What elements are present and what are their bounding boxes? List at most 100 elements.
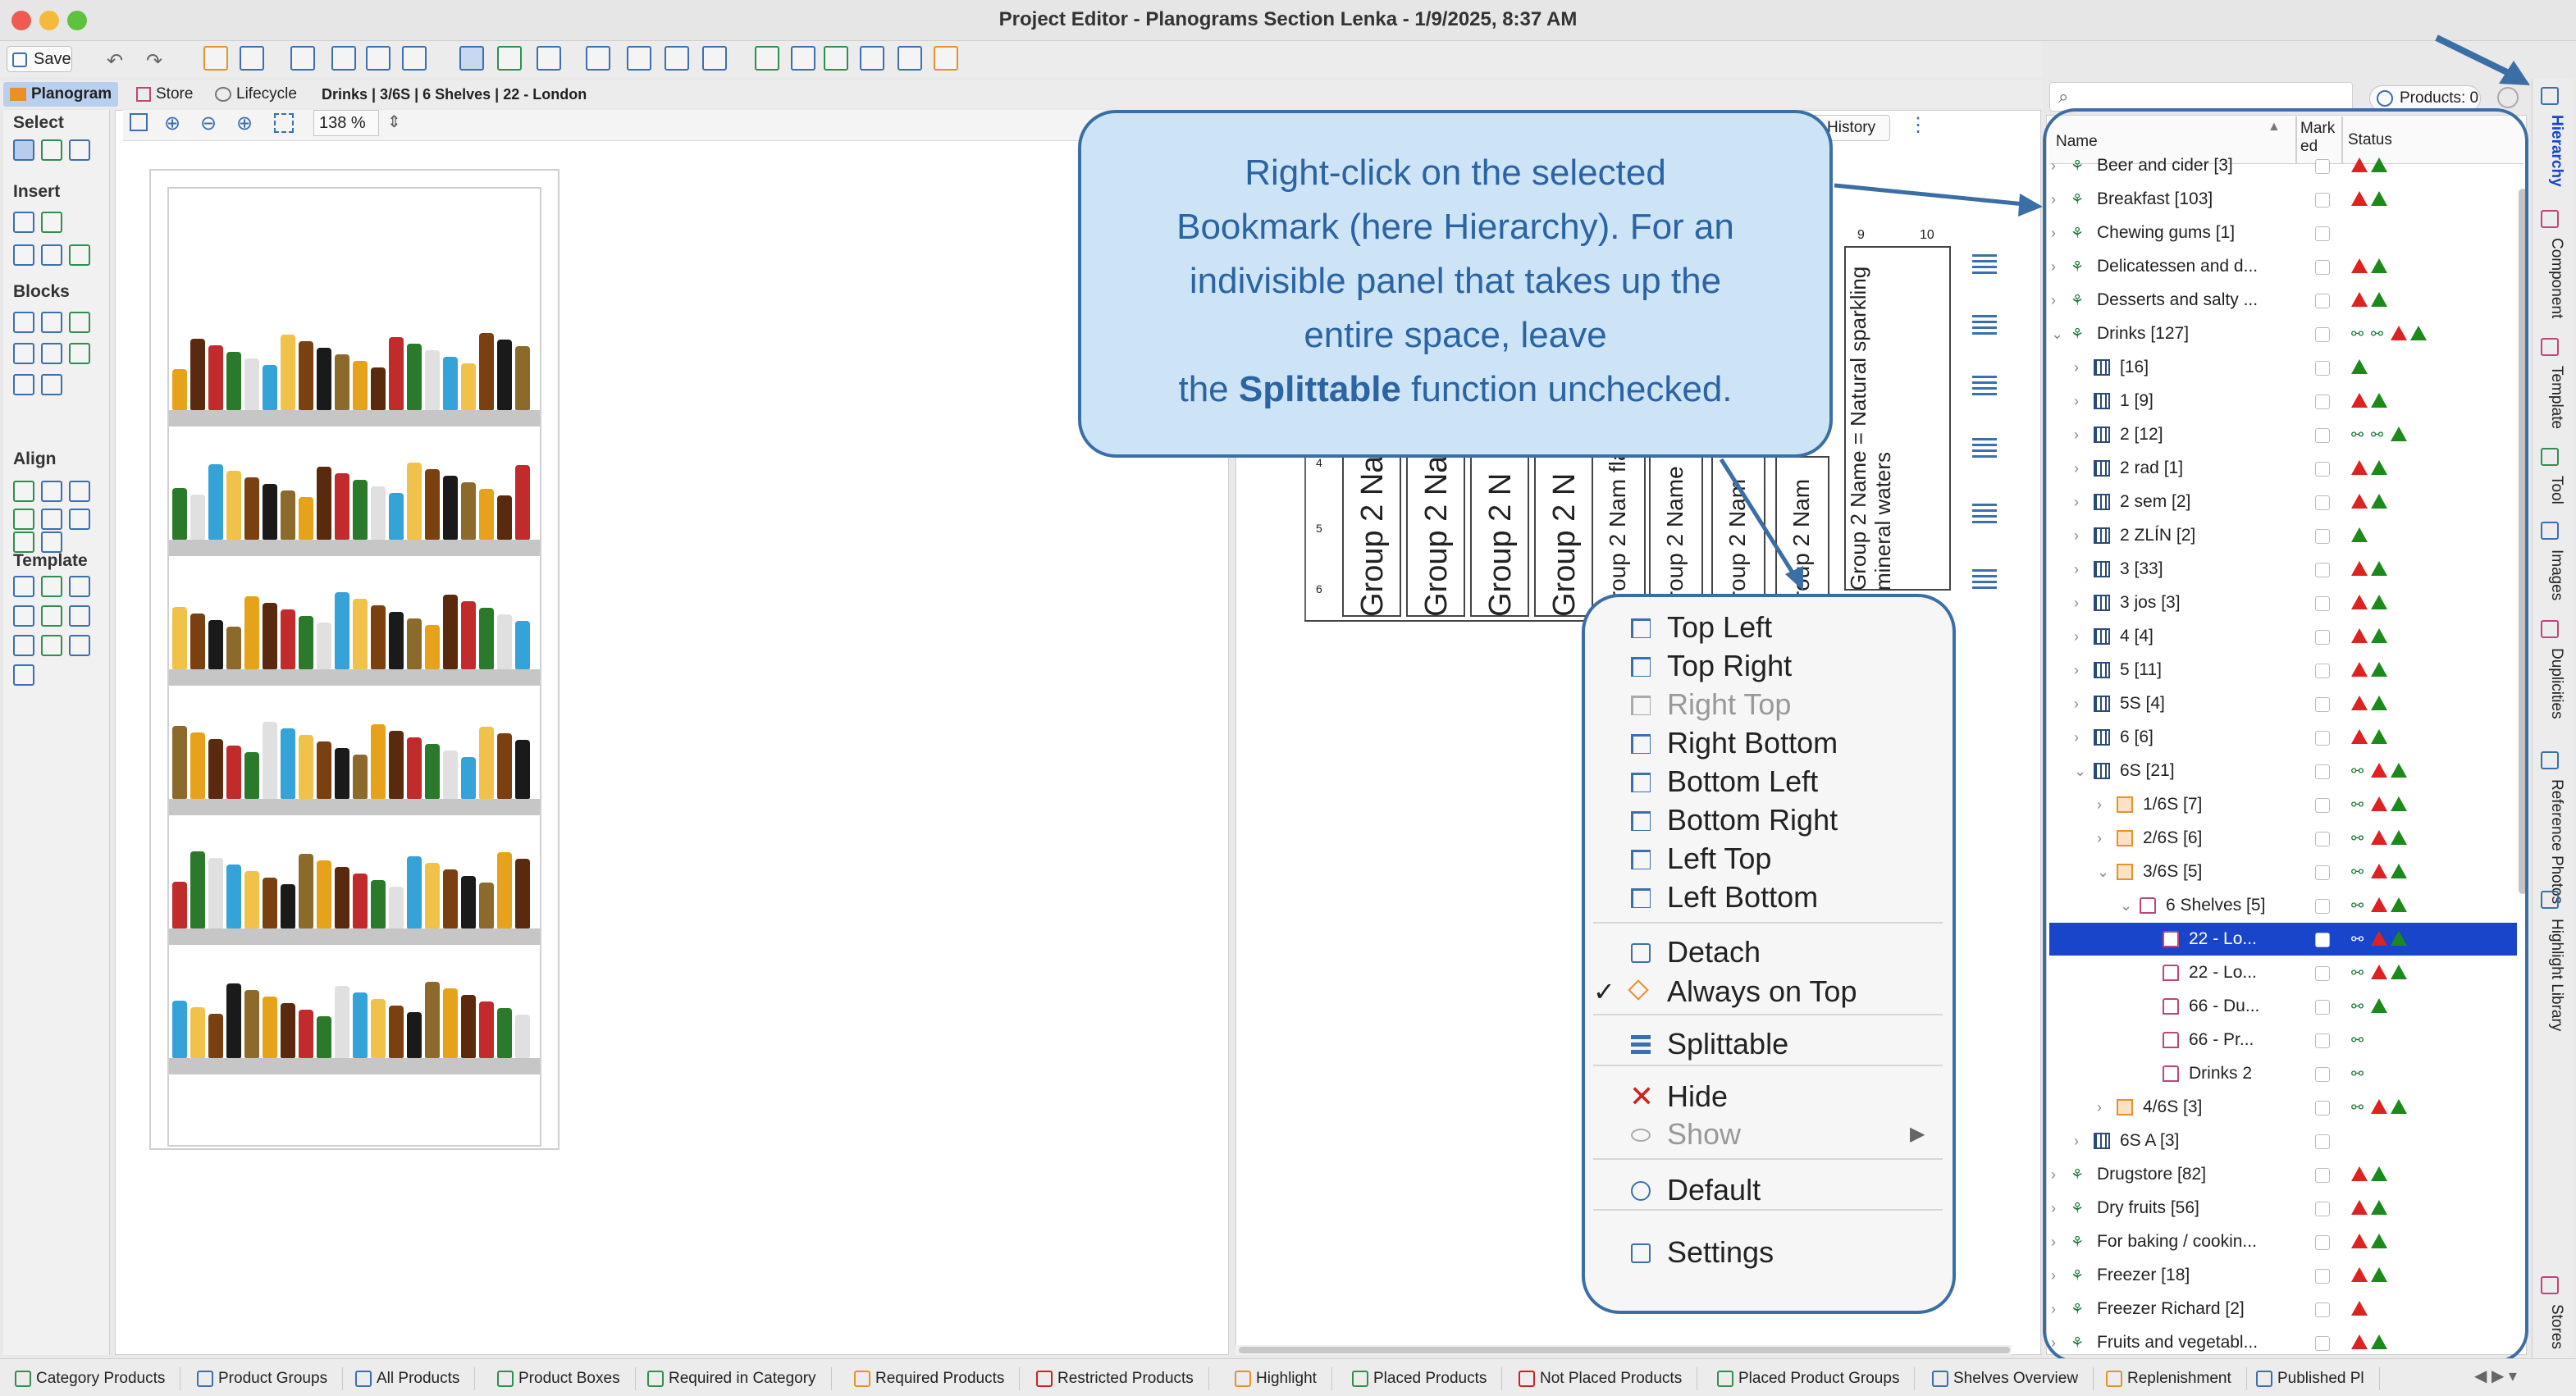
tree-row[interactable]: › 3 jos [3]	[2049, 586, 2517, 619]
side-tab-template[interactable]: Template	[2547, 338, 2565, 429]
tree-row[interactable]: › 3 [33]	[2049, 553, 2517, 586]
marked-checkbox[interactable]	[2315, 563, 2330, 577]
tree-row[interactable]: › [16]	[2049, 351, 2517, 384]
side-tab-images[interactable]: Images	[2547, 522, 2565, 600]
expand-caret-icon[interactable]: ⌄	[2120, 889, 2132, 922]
side-tab-component[interactable]: Component	[2547, 210, 2565, 318]
expand-caret-icon[interactable]: ›	[2074, 721, 2079, 754]
tree-row[interactable]: ⌄ 6S [21] ⚯	[2049, 755, 2517, 787]
marked-checkbox[interactable]	[2315, 1235, 2330, 1250]
tree-row[interactable]: › 4/6S [3] ⚯	[2049, 1091, 2517, 1124]
search-input[interactable]: ⌕	[2049, 82, 2353, 112]
tree-row[interactable]: › ⚘ Dry fruits [56]	[2049, 1192, 2517, 1225]
side-tab-tool[interactable]: Tool	[2547, 448, 2565, 504]
marked-checkbox[interactable]	[2315, 630, 2330, 645]
marked-checkbox[interactable]	[2315, 260, 2330, 275]
clear-filter-icon[interactable]	[2497, 87, 2519, 108]
marked-checkbox[interactable]	[2315, 697, 2330, 712]
expand-caret-icon[interactable]: ›	[2051, 183, 2056, 216]
expand-caret-icon[interactable]: ›	[2074, 519, 2079, 552]
menu-item-default[interactable]: Default	[1585, 1171, 1953, 1209]
marked-checkbox[interactable]	[2315, 159, 2330, 174]
bottom-tab-placed-product-groups[interactable]: Placed Product Groups	[1714, 1367, 1916, 1390]
menu-item-right-bottom[interactable]: Right Bottom	[1585, 724, 1953, 762]
bottom-tab-replenishment[interactable]: Replenishment	[2103, 1367, 2247, 1390]
tree-row[interactable]: Drinks 2 ⚯	[2049, 1057, 2517, 1090]
side-tab-highlight-library[interactable]: Highlight Library	[2547, 891, 2565, 1031]
expand-caret-icon[interactable]: ⌄	[2074, 755, 2086, 787]
tree-row[interactable]: › 2/6S [6] ⚯	[2049, 822, 2517, 855]
expand-caret-icon[interactable]: ›	[2074, 418, 2079, 451]
marked-checkbox[interactable]	[2315, 395, 2330, 409]
tree-row[interactable]: › 2 [12] ⚯ ⚯	[2049, 418, 2517, 451]
tree-row[interactable]: › ⚘ Delicatessen and d...	[2049, 250, 2517, 283]
marked-checkbox[interactable]	[2315, 731, 2330, 746]
marked-checkbox[interactable]	[2315, 966, 2330, 981]
sort-asc-icon[interactable]: ▲	[2268, 120, 2281, 135]
tree-row[interactable]: › ⚘ For baking / cookin...	[2049, 1225, 2517, 1258]
tree-row[interactable]: › 2 ZLÍN [2]	[2049, 519, 2517, 552]
bottom-tab-highlight[interactable]: Highlight	[1231, 1367, 1332, 1390]
expand-caret-icon[interactable]: ›	[2051, 1225, 2056, 1258]
side-tab-stores[interactable]: Stores	[2547, 1276, 2565, 1349]
marked-checkbox[interactable]	[2315, 798, 2330, 813]
marked-checkbox[interactable]	[2315, 327, 2330, 342]
expand-caret-icon[interactable]: ⌄	[2097, 855, 2109, 888]
expand-caret-icon[interactable]: ›	[2051, 149, 2056, 182]
tab-scroll-arrows-icon[interactable]: ◀ ▶ ▾	[2474, 1366, 2517, 1386]
marked-checkbox[interactable]	[2315, 764, 2330, 779]
tree-row[interactable]: › 6 [6]	[2049, 721, 2517, 754]
expand-caret-icon[interactable]: ›	[2074, 452, 2079, 485]
marked-checkbox[interactable]	[2315, 1269, 2330, 1284]
scroll-thumb[interactable]	[1239, 1347, 2010, 1353]
tree-scrollbar[interactable]	[2519, 189, 2527, 894]
tree-row[interactable]: 66 - Pr... ⚯	[2049, 1024, 2517, 1056]
expand-caret-icon[interactable]: ›	[2097, 1091, 2102, 1124]
marked-checkbox[interactable]	[2315, 899, 2330, 914]
tree-row[interactable]: › 5S [4]	[2049, 687, 2517, 720]
tree-row[interactable]: › ⚘ Freezer [18]	[2049, 1259, 2517, 1292]
expand-caret-icon[interactable]: ›	[2074, 586, 2079, 619]
marked-checkbox[interactable]	[2315, 1134, 2330, 1149]
marked-checkbox[interactable]	[2315, 1168, 2330, 1183]
expand-caret-icon[interactable]: ›	[2097, 822, 2102, 855]
expand-caret-icon[interactable]: ›	[2074, 553, 2079, 586]
marked-checkbox[interactable]	[2315, 832, 2330, 846]
tree-row[interactable]: › 6S A [3]	[2049, 1125, 2517, 1157]
marked-checkbox[interactable]	[2315, 596, 2330, 611]
tree-row[interactable]: › 1 [9]	[2049, 385, 2517, 417]
tree-row[interactable]: ⌄ 6 Shelves [5] ⚯	[2049, 889, 2517, 922]
marked-checkbox[interactable]	[2315, 495, 2330, 510]
menu-item-show[interactable]: Show ▶	[1585, 1115, 1953, 1153]
marked-checkbox[interactable]	[2315, 664, 2330, 678]
marked-checkbox[interactable]	[2315, 1202, 2330, 1216]
bottom-tab-restricted-products[interactable]: Restricted Products	[1033, 1367, 1209, 1390]
menu-item-top-left[interactable]: Top Left	[1585, 609, 1953, 646]
expand-caret-icon[interactable]: ›	[2051, 1192, 2056, 1225]
menu-item-right-top[interactable]: Right Top	[1585, 686, 1953, 723]
tree-row[interactable]: › ⚘ Beer and cider [3]	[2049, 149, 2517, 182]
side-tab-reference-photos[interactable]: Reference Photos	[2547, 751, 2565, 904]
tree-row[interactable]: 22 - Lo... ⚯	[2049, 956, 2517, 989]
tree-row[interactable]: › 2 sem [2]	[2049, 486, 2517, 518]
name-column-header[interactable]: Name	[2056, 133, 2098, 151]
tree-row[interactable]: › ⚘ Desserts and salty ...	[2049, 284, 2517, 317]
bottom-tab-required-in-category[interactable]: Required in Category	[644, 1367, 832, 1390]
marked-checkbox[interactable]	[2315, 1067, 2330, 1082]
expand-caret-icon[interactable]: ›	[2051, 1326, 2056, 1359]
tree-row[interactable]: › ⚘ Chewing gums [1]	[2049, 217, 2517, 249]
tree-row[interactable]: ⌄ ⚘ Drinks [127] ⚯ ⚯	[2049, 317, 2517, 350]
menu-item-bottom-right[interactable]: Bottom Right	[1585, 801, 1953, 839]
marked-checkbox[interactable]	[2315, 428, 2330, 443]
menu-item-settings[interactable]: Settings	[1585, 1234, 1953, 1271]
tree-row[interactable]: › 2 rad [1]	[2049, 452, 2517, 485]
bottom-tab-all-products[interactable]: All Products	[352, 1367, 476, 1390]
expand-caret-icon[interactable]: ›	[2051, 1293, 2056, 1325]
bottom-tab-category-products[interactable]: Category Products	[11, 1367, 181, 1390]
bottom-tab-product-boxes[interactable]: Product Boxes	[494, 1367, 636, 1390]
products-filter-button[interactable]: Products: 0	[2369, 85, 2481, 112]
menu-item-left-top[interactable]: Left Top	[1585, 840, 1953, 878]
tree-row[interactable]: ⌄ 3/6S [5] ⚯	[2049, 855, 2517, 888]
expand-caret-icon[interactable]: ⌄	[2051, 317, 2063, 350]
menu-item-always-on-top[interactable]: Always on Top ✓	[1585, 973, 1953, 1011]
